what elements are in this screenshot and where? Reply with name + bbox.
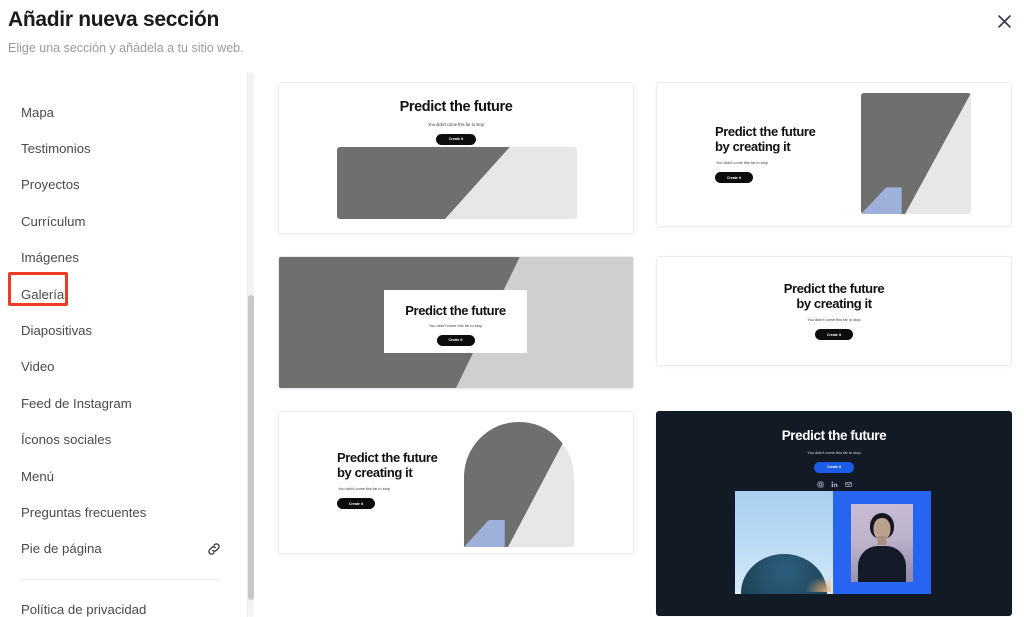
sidebar-item-video[interactable]: Video (0, 349, 240, 385)
sidebar-item-label: Imágenes (21, 250, 79, 266)
template-image (337, 147, 577, 219)
sidebar-item-label: Galería (21, 286, 65, 302)
template-content: Predict the future by creating it You di… (657, 257, 1011, 341)
template-heading-line1: Predict the future (337, 450, 438, 465)
content-scrollbar[interactable] (247, 72, 255, 617)
sidebar-item-preguntas-frecuentes[interactable]: Preguntas frecuentes (0, 494, 240, 530)
add-section-modal: Añadir nueva sección Elige una sección y… (0, 0, 1024, 617)
sidebar-item-pie-de-pagina[interactable]: Pie de página (0, 531, 240, 567)
section-templates-panel[interactable]: Predict the future You didn't come this … (262, 72, 1024, 617)
template-cta-button[interactable]: Create it (436, 334, 475, 346)
sidebar-item-menu[interactable]: Menú (0, 458, 240, 494)
template-image-portrait-panel (833, 491, 931, 594)
sidebar-item-label: Pie de página (21, 541, 102, 557)
template-subtitle: You didn't come this far to stop (716, 160, 768, 166)
sidebar-item-label: Feed de Instagram (21, 395, 132, 411)
section-category-sidebar[interactable]: Mapa Testimonios Proyectos Currículum Im… (0, 72, 240, 617)
sidebar-item-label: Proyectos (21, 177, 80, 193)
template-heading: Predict the future (399, 99, 513, 115)
template-card-dark-gallery[interactable]: Predict the future You didn't come this … (656, 411, 1012, 616)
sidebar-item-galeria[interactable]: Galería (0, 276, 240, 312)
template-grid: Predict the future You didn't come this … (262, 72, 1024, 616)
sidebar-item-iconos-sociales[interactable]: Íconos sociales (0, 422, 240, 458)
template-content: Predict the future by creating it You di… (337, 450, 438, 510)
template-image-sky (735, 491, 833, 594)
sidebar-item-testimonios[interactable]: Testimonios (0, 130, 240, 166)
link-icon (206, 541, 222, 557)
template-heading-line2: by creating it (337, 465, 413, 481)
template-heading: Predict the future (781, 428, 887, 443)
template-subtitle: You didn't come this far to stop (428, 121, 484, 127)
sidebar-item-mapa[interactable]: Mapa (0, 94, 240, 130)
sidebar-item-curriculum[interactable]: Currículum (0, 203, 240, 239)
template-content: Predict the future You didn't come this … (384, 290, 527, 353)
sidebar-nav-list: Mapa Testimonios Proyectos Currículum Im… (0, 72, 240, 617)
template-heading-line2: by creating it (715, 139, 791, 155)
social-icons-row (657, 481, 1011, 488)
template-content: Predict the future You didn't come this … (279, 83, 633, 145)
sidebar-item-diapositivas[interactable]: Diapositivas (0, 312, 240, 348)
template-image-group (735, 491, 931, 594)
sidebar-item-label: Testimonios (21, 141, 91, 157)
template-cta-button[interactable]: Create it (814, 461, 854, 473)
sidebar-divider (21, 579, 219, 581)
template-heading-line1: Predict the future (783, 281, 885, 296)
instagram-icon[interactable] (817, 481, 824, 488)
sidebar-item-politica-de-privacidad[interactable]: Política de privacidad (0, 591, 240, 617)
template-heading-line1: Predict the future (715, 124, 816, 139)
template-heading-line2: by creating it (796, 296, 872, 312)
sidebar-item-label: Preguntas frecuentes (21, 504, 147, 520)
template-cta-button[interactable]: Create it (715, 172, 753, 184)
template-card-centered-plain[interactable]: Predict the future by creating it You di… (656, 256, 1012, 366)
sidebar-item-label: Íconos sociales (21, 432, 112, 448)
sidebar-item-label: Diapositivas (21, 323, 93, 339)
sidebar-item-label: Currículum (21, 213, 86, 229)
linkedin-icon[interactable] (831, 481, 838, 488)
template-card-fullbleed-boxed[interactable]: Predict the future You didn't come this … (278, 256, 634, 389)
template-cta-button[interactable]: Create it (337, 498, 375, 510)
close-icon[interactable] (992, 9, 1016, 33)
template-card-split-arch[interactable]: Predict the future by creating it You di… (278, 411, 634, 554)
scrollbar-thumb[interactable] (248, 295, 254, 600)
template-card-centered-banner[interactable]: Predict the future You didn't come this … (278, 82, 634, 234)
sidebar-item-label: Política de privacidad (21, 601, 147, 617)
template-subtitle: You didn't come this far to stop (807, 317, 861, 323)
page-subtitle: Elige una sección y añádela a tu sitio w… (8, 41, 244, 55)
template-subtitle: You didn't come this far to stop (428, 323, 483, 329)
sidebar-item-feed-de-instagram[interactable]: Feed de Instagram (0, 385, 240, 421)
template-subtitle: You didn't come this far to stop (807, 449, 861, 455)
template-subtitle: You didn't come this far to stop (338, 486, 390, 492)
template-image (464, 422, 574, 547)
template-content: Predict the future by creating it You di… (715, 124, 816, 184)
modal-header: Añadir nueva sección Elige una sección y… (0, 0, 1024, 70)
template-cta-button[interactable]: Create it (436, 133, 476, 145)
sidebar-item-imagenes[interactable]: Imágenes (0, 240, 240, 276)
page-title: Añadir nueva sección (8, 8, 220, 31)
sidebar-item-label: Menú (21, 468, 54, 484)
template-heading: Predict the future (405, 303, 506, 318)
mail-icon[interactable] (844, 481, 852, 488)
sidebar-item-proyectos[interactable]: Proyectos (0, 167, 240, 203)
template-image (861, 93, 971, 214)
template-cta-button[interactable]: Create it (815, 329, 853, 341)
sidebar-item-label: Mapa (21, 104, 54, 120)
template-content: Predict the future You didn't come this … (657, 412, 1011, 488)
portrait-photo (851, 503, 913, 582)
template-card-split-square[interactable]: Predict the future by creating it You di… (656, 82, 1012, 227)
sidebar-item-label: Video (21, 359, 55, 375)
